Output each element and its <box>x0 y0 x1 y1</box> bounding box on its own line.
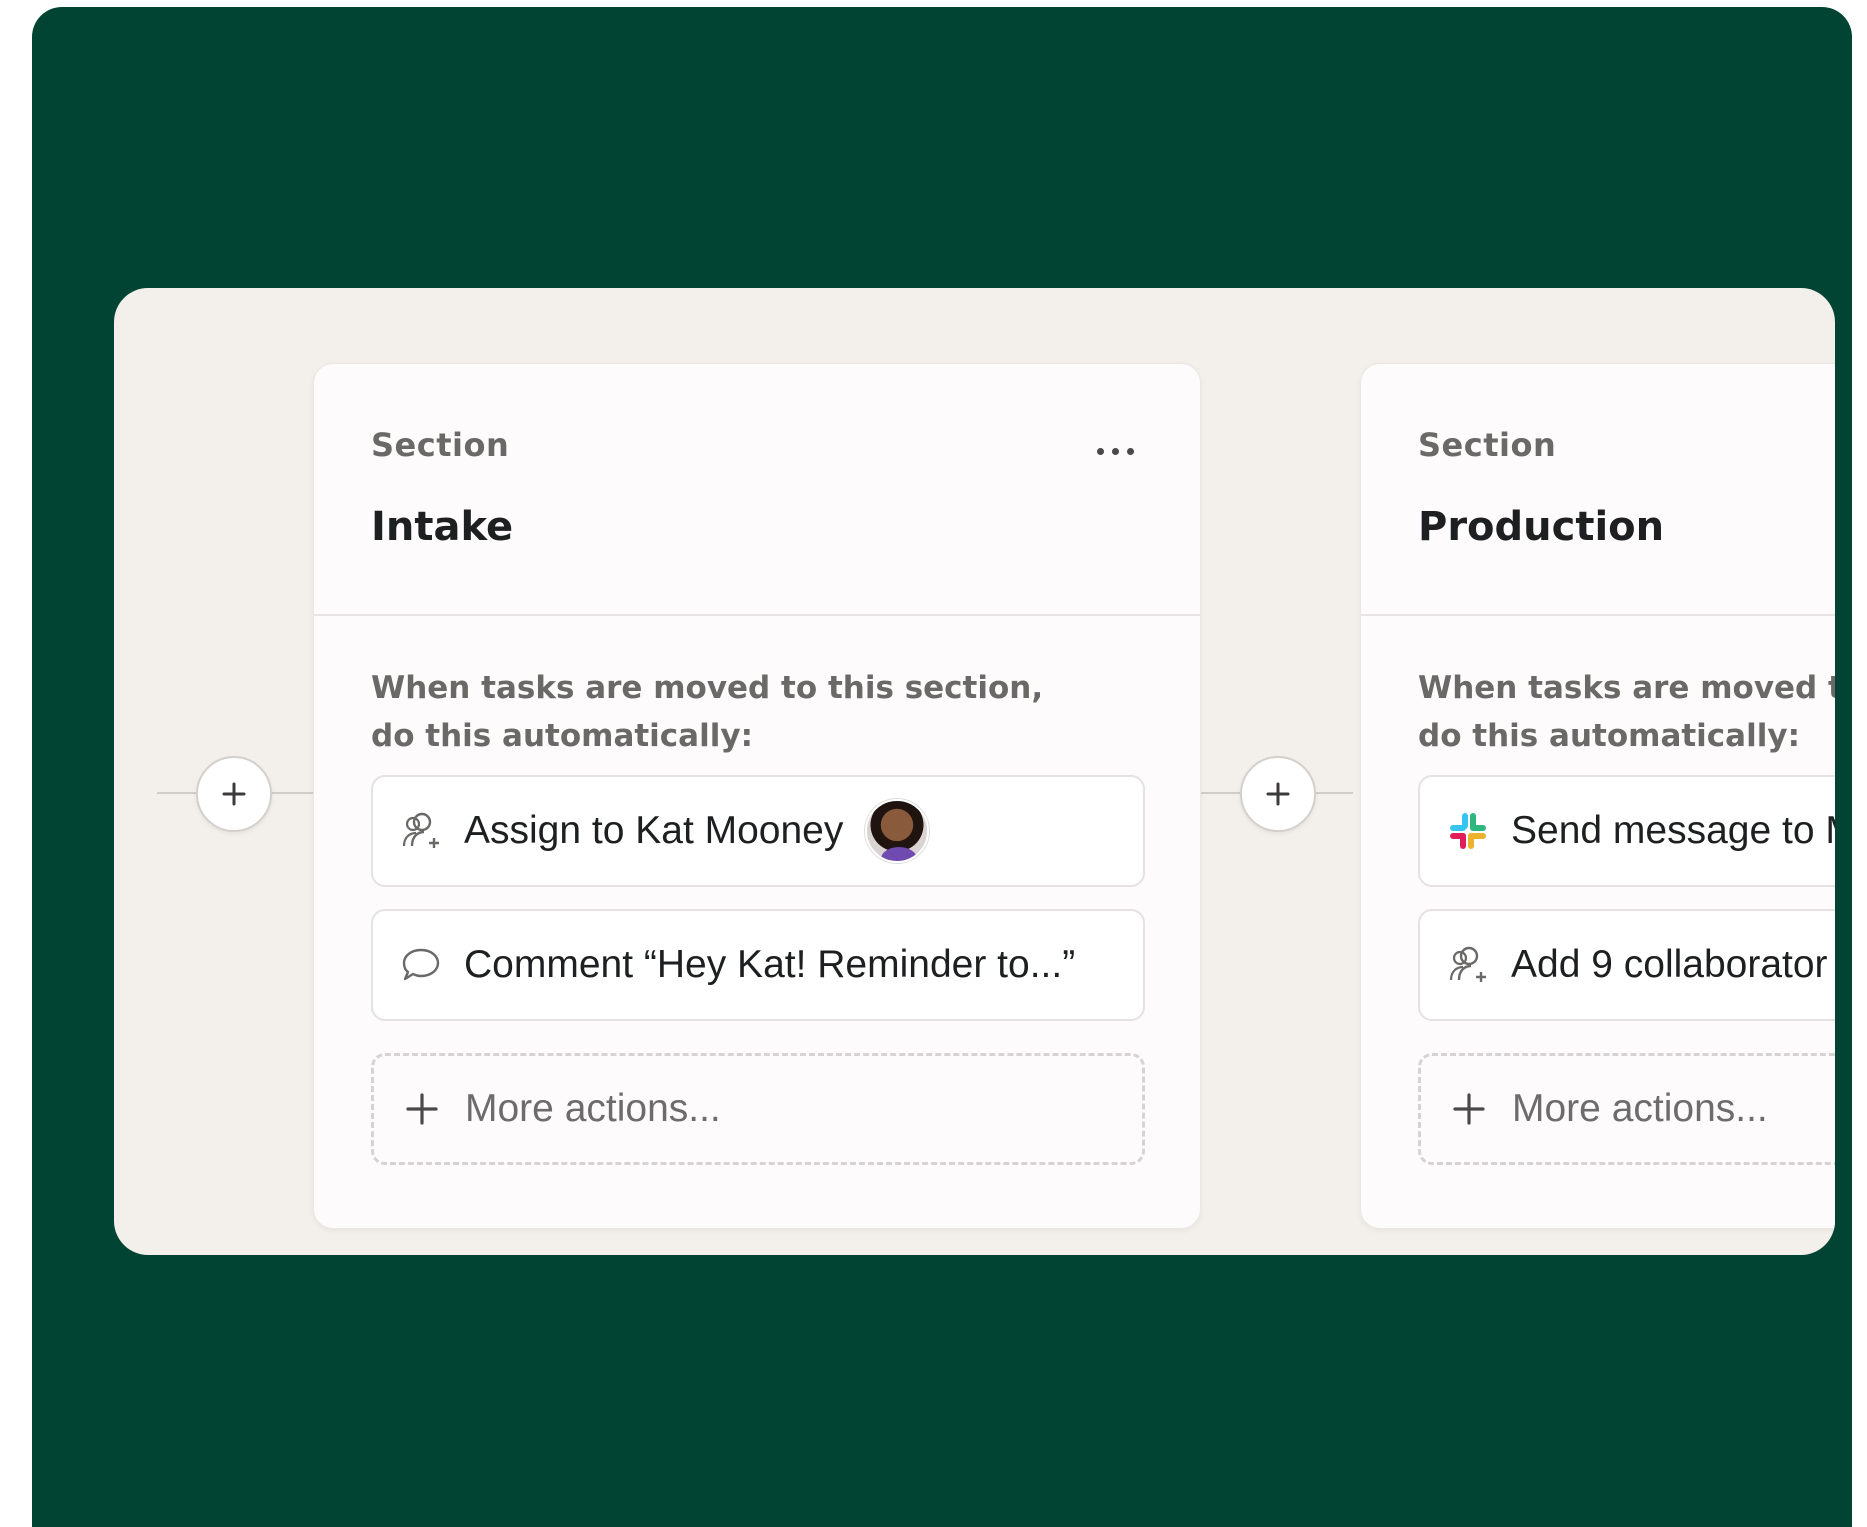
more-actions-label: More actions... <box>1512 1087 1768 1130</box>
action-label: Comment “Hey Kat! Reminder to...” <box>464 943 1076 986</box>
action-send-slack-message[interactable]: Send message to M <box>1418 775 1835 887</box>
connector-line <box>1313 792 1353 794</box>
plus-icon <box>1448 1088 1490 1130</box>
section-card-header: Section Production <box>1361 364 1835 616</box>
connector-line <box>269 792 313 794</box>
rule-description: When tasks are moved to do this automati… <box>1418 670 1835 754</box>
more-actions-button[interactable]: More actions... <box>371 1053 1145 1165</box>
section-title: Production <box>1418 504 1665 550</box>
action-assign[interactable]: Assign to Kat Mooney <box>371 775 1145 887</box>
workflow-panel: Section Intake When tasks are moved to t… <box>114 288 1835 1255</box>
outer-frame: Section Intake When tasks are moved to t… <box>32 7 1852 1527</box>
plus-icon <box>1266 782 1290 806</box>
section-card-intake: Section Intake When tasks are moved to t… <box>313 363 1201 1229</box>
section-title: Intake <box>371 504 514 550</box>
section-card-production: Section Production When tasks are moved … <box>1360 363 1835 1229</box>
add-section-button[interactable] <box>196 756 272 832</box>
rule-description: When tasks are moved to this section, do… <box>371 670 1044 754</box>
section-card-header: Section Intake <box>314 364 1200 616</box>
comment-bubble-icon <box>400 944 442 986</box>
plus-icon <box>401 1088 443 1130</box>
action-label: Send message to M <box>1511 809 1835 852</box>
add-section-button[interactable] <box>1240 756 1316 832</box>
action-label: Assign to Kat Mooney <box>464 809 844 852</box>
more-actions-button[interactable]: More actions... <box>1418 1053 1835 1165</box>
more-options-icon[interactable] <box>1097 448 1134 455</box>
assign-people-icon <box>1447 944 1489 986</box>
action-add-collaborators[interactable]: Add 9 collaborator <box>1418 909 1835 1021</box>
plus-icon <box>222 782 246 806</box>
avatar <box>865 799 930 863</box>
more-actions-label: More actions... <box>465 1087 721 1130</box>
connector-line <box>1201 792 1241 794</box>
action-comment[interactable]: Comment “Hey Kat! Reminder to...” <box>371 909 1145 1021</box>
section-eyebrow: Section <box>371 426 510 464</box>
connector-line <box>157 792 197 794</box>
slack-icon <box>1447 810 1489 852</box>
section-eyebrow: Section <box>1418 426 1557 464</box>
assign-people-icon <box>400 810 442 852</box>
action-label: Add 9 collaborator <box>1511 943 1828 986</box>
